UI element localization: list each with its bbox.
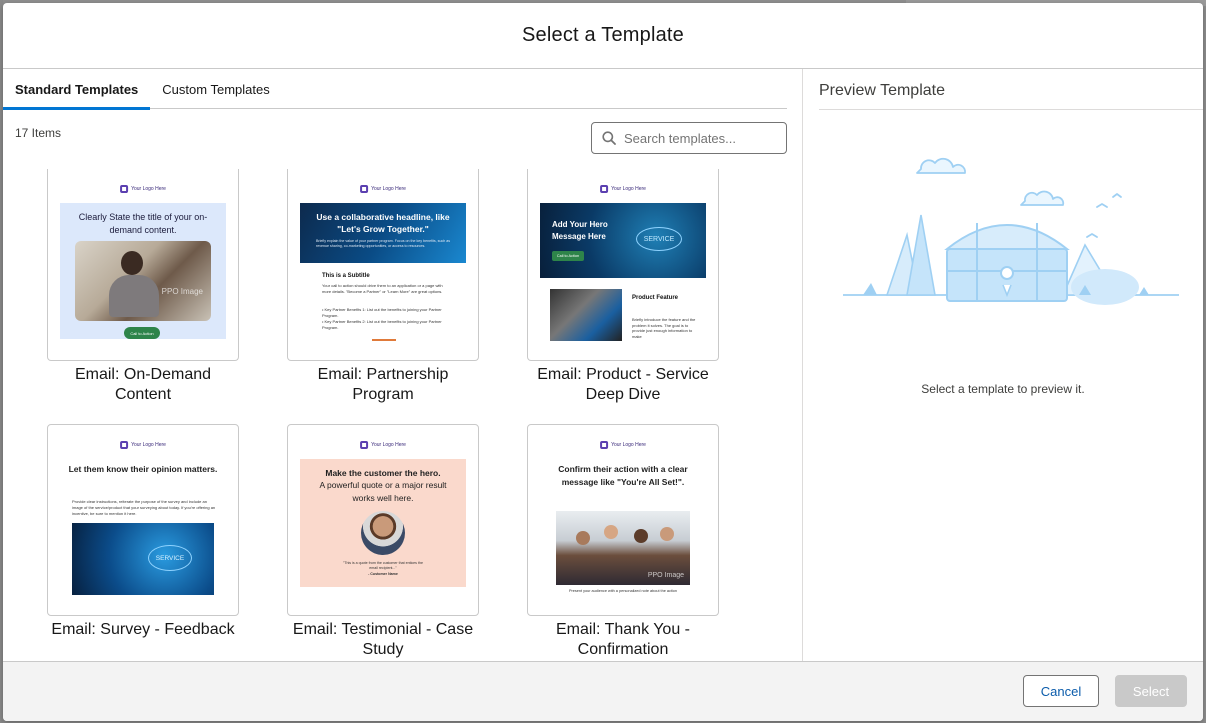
template-modal: Select a Template Standard Templates Cus… (3, 3, 1203, 721)
template-bullet: • Key Partner Benefits 1: List out the b… (322, 307, 442, 318)
template-text: Your call to action should drive them to… (322, 283, 443, 294)
bullet-text: Key Partner Benefits 2: List out the ben… (322, 319, 442, 330)
preview-title: Preview Template (819, 82, 945, 99)
template-thumbnail[interactable]: Your Logo Here Confirm their action with… (527, 424, 719, 616)
hero-banner: Use a collaborative headline, like "Let'… (300, 203, 466, 263)
watermark: PPO Image (161, 287, 203, 296)
template-body: Briefly explain the value of your partne… (316, 239, 451, 248)
cta-button-preview: Call to Action (124, 327, 160, 339)
tab-standard-templates[interactable]: Standard Templates (3, 69, 151, 110)
logo-placeholder: Your Logo Here (360, 185, 406, 193)
search-icon (602, 131, 616, 145)
cta-underline (372, 339, 396, 341)
logo-text: Your Logo Here (611, 186, 646, 192)
logo-icon (600, 185, 609, 193)
logo-text: Your Logo Here (611, 442, 646, 448)
hero-banner: Add Your Hero Message Here Call to Actio… (540, 203, 706, 278)
bullet-text: Key Partner Benefits 1: List out the ben… (322, 307, 442, 318)
template-card-testimonial[interactable]: Your Logo Here Make the customer the her… (287, 424, 479, 660)
logo-text: Your Logo Here (371, 442, 406, 448)
logo-text: Your Logo Here (131, 442, 166, 448)
template-card-thank-you[interactable]: Your Logo Here Confirm their action with… (527, 424, 719, 660)
template-heading: Confirm their action with a clear messag… (558, 464, 688, 487)
logo-placeholder: Your Logo Here (600, 185, 646, 193)
logo-icon (120, 441, 129, 449)
cta-button-preview: Call to Action (552, 251, 584, 261)
template-label[interactable]: Email: Product - Service Deep Dive (527, 365, 719, 405)
logo-text: Your Logo Here (131, 186, 166, 192)
template-label[interactable]: Email: Testimonial - Case Study (287, 620, 479, 660)
template-card-survey[interactable]: Your Logo Here Let them know their opini… (47, 424, 239, 640)
cancel-button[interactable]: Cancel (1023, 675, 1099, 707)
modal-header: Select a Template (3, 3, 1203, 69)
template-card-on-demand[interactable]: Your Logo Here Clearly State the title o… (47, 169, 239, 405)
preview-message: Select a template to preview it. (921, 382, 1085, 396)
customer-avatar (361, 511, 405, 555)
template-heading: Add Your Hero Message Here (552, 220, 608, 241)
template-heading: Let them know their opinion matters. (68, 464, 218, 474)
logo-icon (600, 441, 609, 449)
logo-icon (120, 185, 129, 193)
crowd-face (604, 525, 618, 539)
feature-image (550, 289, 622, 341)
modal-footer: Cancel Select (3, 661, 1203, 721)
service-word: SERVICE (636, 227, 682, 251)
template-footer-text: Present your audience with a personalize… (568, 589, 678, 593)
modal-body: Standard Templates Custom Templates 17 I… (3, 69, 1203, 662)
logo-placeholder: Your Logo Here (360, 441, 406, 449)
treasure-chest-illustration (843, 157, 1179, 305)
template-subheading: A powerful quote or a major result works… (319, 480, 447, 503)
template-card-product-service[interactable]: Your Logo Here Add Your Hero Message Her… (527, 169, 719, 405)
template-thumbnail[interactable]: Your Logo Here Add Your Hero Message Her… (527, 169, 719, 361)
search-input[interactable] (624, 130, 774, 146)
hero-image: PPO Image (556, 511, 690, 585)
feature-text: Briefly introduce the feature and the pr… (632, 317, 696, 339)
feature-title: Product Feature (632, 295, 679, 301)
template-heading: Clearly State the title of your on-deman… (78, 212, 208, 235)
template-thumbnail[interactable]: Your Logo Here Clearly State the title o… (47, 169, 239, 361)
template-card-partnership[interactable]: Your Logo Here Use a collaborative headl… (287, 169, 479, 405)
hero-image: SERVICE (72, 523, 214, 595)
crowd-face (660, 527, 674, 541)
testimonial-panel: Make the customer the hero. A powerful q… (300, 459, 466, 587)
logo-text: Your Logo Here (371, 186, 406, 192)
template-heading: Use a collaborative headline, like "Let'… (316, 212, 450, 234)
template-list-pane: Standard Templates Custom Templates 17 I… (3, 69, 803, 662)
crowd-face (634, 529, 648, 543)
quote-author: - Customer Name (368, 572, 398, 576)
preview-pane: Preview Template Select a template to pr… (803, 69, 1203, 662)
template-label[interactable]: Email: Partnership Program (287, 365, 479, 405)
template-grid: Your Logo Here Clearly State the title o… (3, 169, 787, 662)
preview-divider (819, 109, 1203, 110)
tab-custom-templates[interactable]: Custom Templates (150, 69, 281, 109)
template-subtitle: This is a Subtitle (322, 273, 370, 279)
quote-text: "This is a quote from the customer that … (343, 561, 423, 570)
logo-placeholder: Your Logo Here (600, 441, 646, 449)
search-box[interactable] (591, 122, 787, 154)
logo-placeholder: Your Logo Here (120, 441, 166, 449)
template-bullet: • Key Partner Benefits 2: List out the b… (322, 319, 442, 330)
template-thumbnail[interactable]: Your Logo Here Use a collaborative headl… (287, 169, 479, 361)
template-label[interactable]: Email: On-Demand Content (47, 365, 239, 405)
watermark: PPO Image (647, 572, 684, 579)
template-body: Provide clear instructions, reiterate th… (72, 499, 216, 516)
item-count: 17 Items (15, 126, 62, 140)
service-word: SERVICE (148, 545, 192, 571)
template-thumbnail[interactable]: Your Logo Here Make the customer the her… (287, 424, 479, 616)
crowd-face (576, 531, 590, 545)
template-thumbnail[interactable]: Your Logo Here Let them know their opini… (47, 424, 239, 616)
template-tabs: Standard Templates Custom Templates (3, 69, 787, 110)
person-head (121, 251, 143, 275)
template-heading: Make the customer the hero. (325, 468, 441, 478)
select-button[interactable]: Select (1115, 675, 1187, 707)
template-label[interactable]: Email: Thank You - Confirmation (527, 620, 719, 660)
hero-panel: Clearly State the title of your on-deman… (60, 203, 226, 339)
logo-icon (360, 441, 369, 449)
hero-image: PPO Image (75, 241, 211, 321)
modal-title: Select a Template (521, 24, 684, 46)
template-label[interactable]: Email: Survey - Feedback (47, 620, 239, 640)
person-body (109, 275, 159, 317)
logo-icon (360, 185, 369, 193)
logo-placeholder: Your Logo Here (120, 185, 166, 193)
